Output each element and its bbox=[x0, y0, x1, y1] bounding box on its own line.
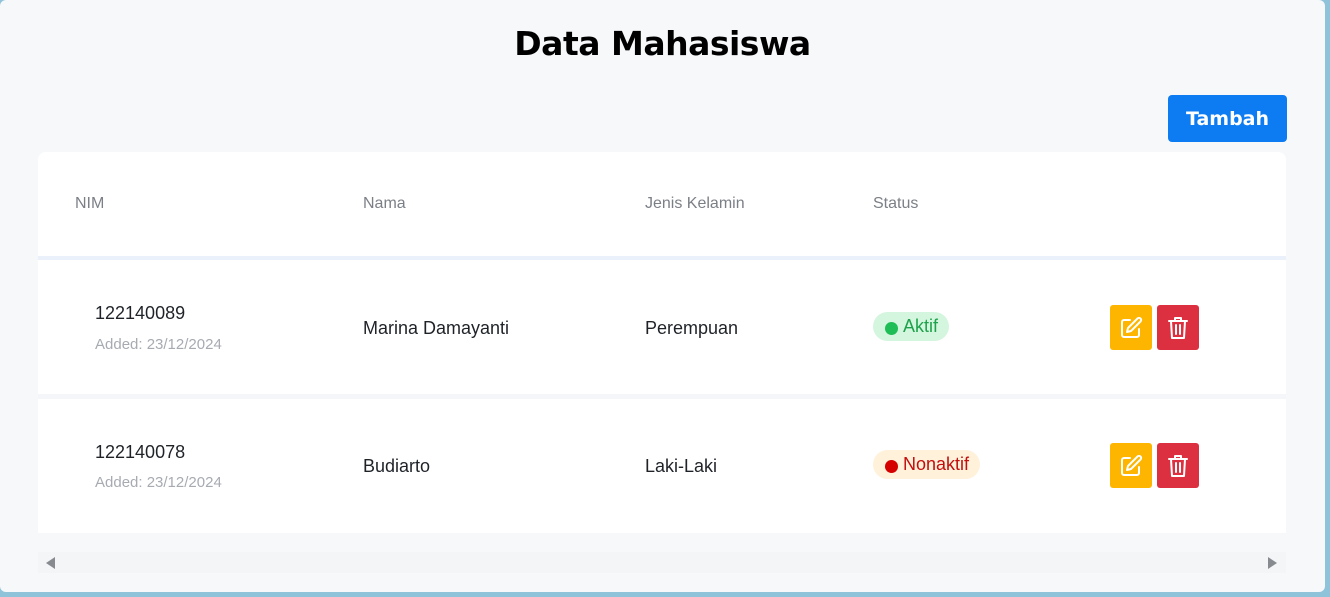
edit-button[interactable] bbox=[1110, 305, 1152, 350]
jenis-kelamin-value: Laki-Laki bbox=[645, 456, 718, 476]
status-dot-icon bbox=[885, 459, 898, 473]
added-date: Added: 23/12/2024 bbox=[95, 336, 222, 353]
main-container: Data Mahasiswa Tambah NIM Nama Jenis Kel… bbox=[0, 0, 1325, 592]
table-row: 122140089 Added: 23/12/2024 Marina Damay… bbox=[38, 260, 1286, 394]
jenis-kelamin-value: Perempuan bbox=[645, 318, 739, 338]
nama-value: Budiarto bbox=[363, 456, 431, 476]
delete-button[interactable] bbox=[1157, 443, 1199, 488]
scroll-right-arrow-icon[interactable] bbox=[1268, 557, 1277, 569]
status-label: Aktif bbox=[903, 316, 939, 336]
nim-value: 122140078 bbox=[95, 442, 186, 462]
header-status: Status bbox=[873, 195, 919, 212]
add-button[interactable]: Tambah bbox=[1168, 95, 1287, 142]
page-title: Data Mahasiswa bbox=[514, 24, 811, 63]
edit-icon bbox=[1119, 454, 1143, 478]
trash-icon bbox=[1167, 454, 1189, 478]
scroll-left-arrow-icon[interactable] bbox=[46, 557, 55, 569]
header-nama: Nama bbox=[363, 195, 406, 212]
header-nim: NIM bbox=[75, 195, 105, 212]
edit-icon bbox=[1119, 316, 1143, 340]
nim-value: 122140089 bbox=[95, 303, 186, 323]
added-date: Added: 23/12/2024 bbox=[95, 474, 222, 491]
delete-button[interactable] bbox=[1157, 305, 1199, 350]
nama-value: Marina Damayanti bbox=[363, 318, 510, 338]
table-row: 122140078 Added: 23/12/2024 Budiarto Lak… bbox=[38, 399, 1286, 533]
status-badge: Nonaktif bbox=[873, 450, 981, 479]
header-jenis-kelamin: Jenis Kelamin bbox=[645, 195, 745, 212]
status-badge: Aktif bbox=[873, 312, 950, 341]
status-dot-icon bbox=[885, 321, 898, 335]
horizontal-scrollbar[interactable] bbox=[38, 552, 1286, 573]
table-header: NIM Nama Jenis Kelamin Status bbox=[38, 152, 1286, 260]
scrollbar-track[interactable] bbox=[60, 556, 1264, 569]
data-table: NIM Nama Jenis Kelamin Status 122140089 … bbox=[38, 152, 1286, 533]
status-label: Nonaktif bbox=[903, 454, 970, 474]
trash-icon bbox=[1167, 316, 1189, 340]
edit-button[interactable] bbox=[1110, 443, 1152, 488]
